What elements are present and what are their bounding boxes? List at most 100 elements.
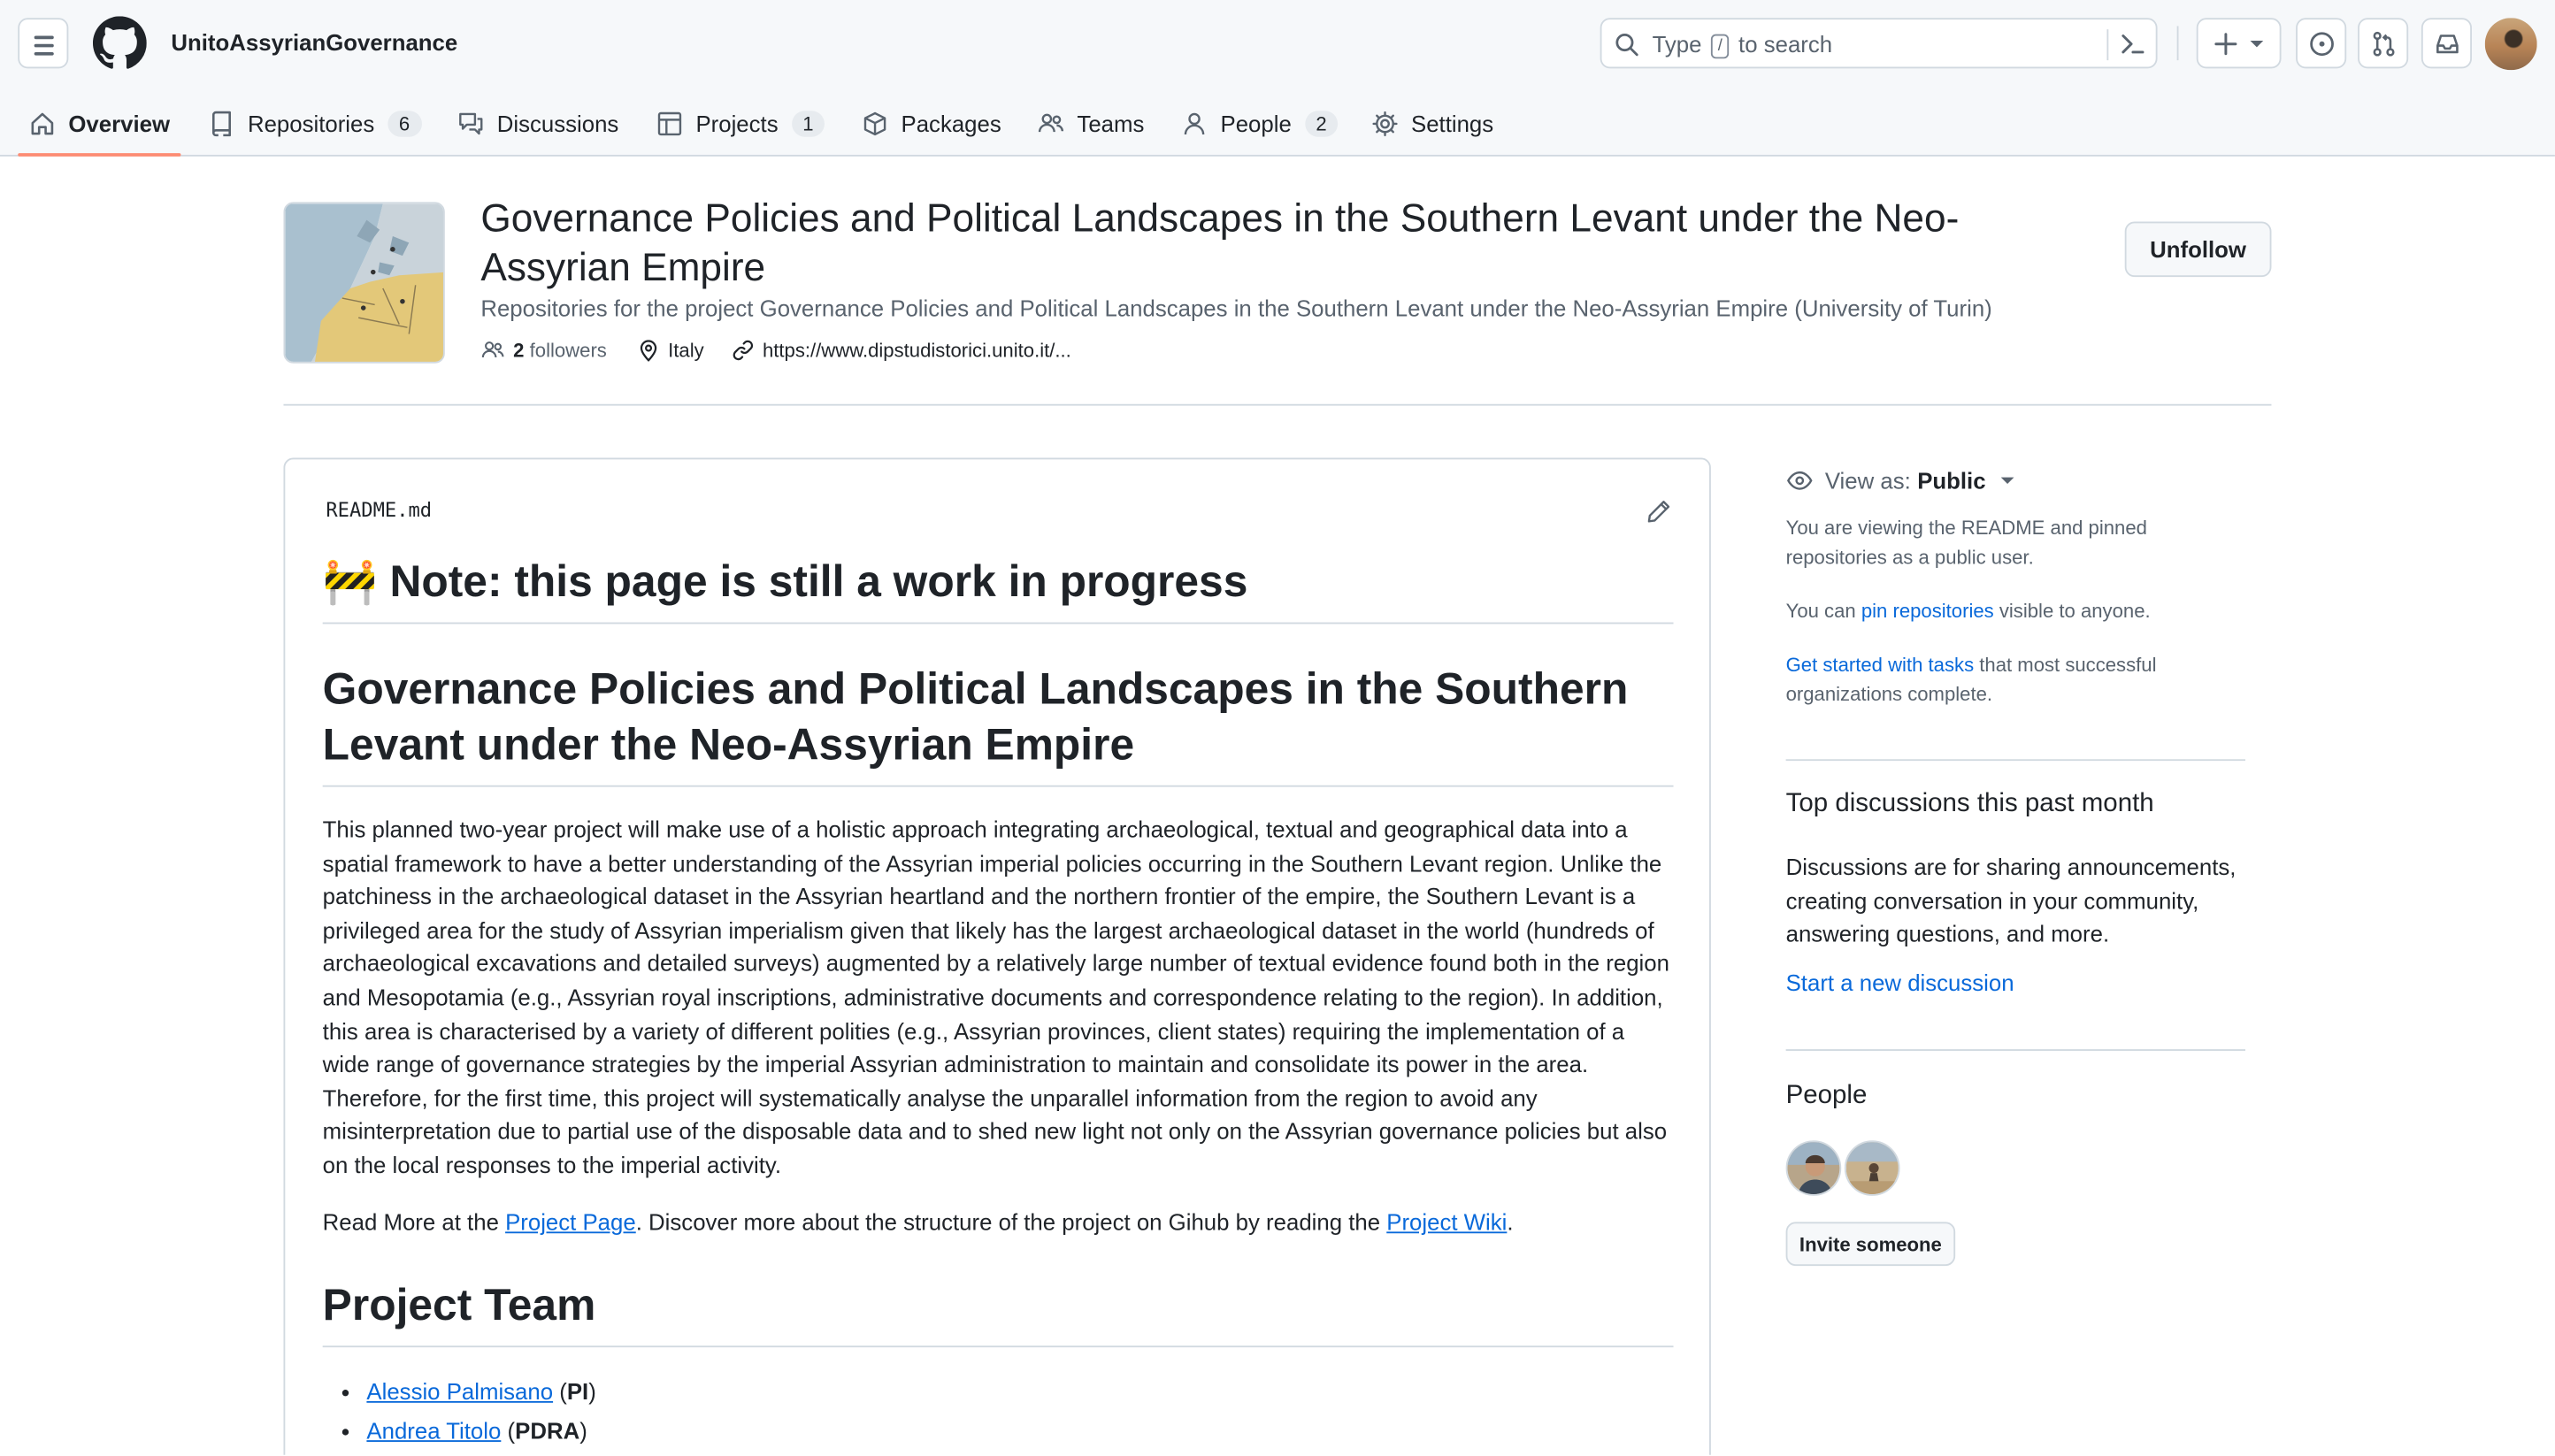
tab-teams[interactable]: Teams xyxy=(1038,91,1144,157)
tab-label: People xyxy=(1220,111,1292,137)
wip-heading-text: Note: this page is still a work in progr… xyxy=(389,556,1248,607)
gear-icon xyxy=(1372,111,1398,137)
read-more-paragraph: Read More at the Project Page. Discover … xyxy=(323,1206,1676,1238)
tab-packages[interactable]: Packages xyxy=(862,91,1001,157)
get-started-link[interactable]: Get started with tasks xyxy=(1786,654,1975,677)
read-more-text: Read More at the xyxy=(322,1208,506,1236)
construction-icon: 🚧 xyxy=(322,556,378,607)
inbox-icon xyxy=(2436,34,2459,54)
tab-overview[interactable]: Overview xyxy=(29,91,170,157)
global-header: UnitoAssyrianGovernance Type / to search xyxy=(0,0,2555,157)
project-wiki-link[interactable]: Project Wiki xyxy=(1386,1209,1507,1235)
readme-card: README.md 🚧 Note: this page is still a w… xyxy=(283,457,1711,1455)
view-as-selector[interactable]: View as: Public xyxy=(1786,468,2245,494)
tab-repositories[interactable]: Repositories 6 xyxy=(209,91,422,157)
menu-button[interactable] xyxy=(18,18,69,69)
selected-tab-indicator xyxy=(18,153,181,157)
team-member-link[interactable]: Alessio Palmisano xyxy=(366,1378,553,1404)
search-icon xyxy=(1615,34,1638,57)
divider xyxy=(322,622,1674,625)
wip-heading: 🚧 Note: this page is still a work in pro… xyxy=(323,554,1676,609)
caret-down-icon xyxy=(2250,41,2264,48)
caret-down-icon xyxy=(2000,477,2014,485)
tab-label: Projects xyxy=(695,111,779,137)
followers-label: followers xyxy=(529,339,607,362)
project-page-link[interactable]: Project Page xyxy=(505,1209,636,1235)
git-pull-request-icon xyxy=(2373,31,2395,57)
view-as-note: You are viewing the README and pinned re… xyxy=(1785,516,2147,568)
tab-label: Settings xyxy=(1410,111,1494,137)
discussions-heading: Top discussions this past month xyxy=(1785,790,2154,818)
plus-icon xyxy=(2214,33,2237,56)
repositories-count-badge: 6 xyxy=(387,111,422,137)
readme-filename: README.md xyxy=(326,498,433,522)
location-icon xyxy=(640,340,657,362)
divider xyxy=(322,785,1674,787)
tab-settings[interactable]: Settings xyxy=(1372,91,1493,157)
tab-label: Repositories xyxy=(247,111,375,137)
search-input[interactable]: Type / to search xyxy=(1600,18,2158,69)
location-text: Italy xyxy=(668,339,704,362)
invite-someone-button[interactable]: Invite someone xyxy=(1785,1222,1956,1267)
projects-count-badge: 1 xyxy=(791,111,825,137)
org-avatar-map xyxy=(283,202,445,364)
home-icon xyxy=(31,112,54,135)
start-discussion-link[interactable]: Start a new discussion xyxy=(1786,969,2245,995)
link-icon xyxy=(733,340,754,361)
read-more-text: . Discover more about the structure of t… xyxy=(635,1208,1387,1236)
repo-icon xyxy=(211,111,231,137)
list-item: Alessio Palmisano (PI) xyxy=(366,1372,1675,1411)
inbox-button[interactable] xyxy=(2421,18,2473,69)
readme-paragraph: This planned two-year project will make … xyxy=(322,816,1669,1178)
org-name-link[interactable]: UnitoAssyrianGovernance xyxy=(171,29,457,55)
person-icon xyxy=(1184,112,1205,135)
people-icon xyxy=(481,341,504,358)
team-member-link[interactable]: Andrea Titolo xyxy=(366,1417,501,1443)
tab-label: Overview xyxy=(68,111,171,137)
tab-label: Teams xyxy=(1077,111,1145,137)
package-icon xyxy=(863,111,886,136)
tab-people[interactable]: People 2 xyxy=(1181,91,1339,157)
pull-requests-button[interactable] xyxy=(2358,18,2409,69)
pin-note: You can pin repositories visible to anyo… xyxy=(1785,599,2151,623)
team-member-role: PDRA xyxy=(515,1417,580,1444)
people-count-badge: 2 xyxy=(1304,111,1339,137)
member-avatar[interactable] xyxy=(1785,1140,1842,1196)
org-title: Governance Policies and Political Landsc… xyxy=(480,196,1960,290)
people-icon xyxy=(1038,113,1064,133)
unfollow-button[interactable]: Unfollow xyxy=(2124,221,2272,278)
pin-repositories-link[interactable]: pin repositories xyxy=(1861,600,1994,623)
followers-link[interactable]: 2 followers xyxy=(480,339,607,362)
read-more-text: . xyxy=(1507,1208,1514,1236)
command-palette-icon[interactable] xyxy=(2120,31,2145,57)
tab-discussions[interactable]: Discussions xyxy=(458,91,619,157)
view-as-value: Public xyxy=(1917,467,1986,494)
readme-title: Governance Policies and Political Landsc… xyxy=(322,664,1629,770)
discussions-text: Discussions are for sharing announcement… xyxy=(1785,854,2237,947)
team-list: Alessio Palmisano (PI) Andrea Titolo (PD… xyxy=(323,1372,1676,1450)
divider xyxy=(283,403,2272,406)
people-heading: People xyxy=(1785,1081,1868,1110)
tasks-note: Get started with tasks that most success… xyxy=(1785,653,2157,705)
issue-opened-icon xyxy=(2310,32,2334,57)
org-location: Italy xyxy=(637,339,704,362)
member-avatar[interactable] xyxy=(1844,1140,1900,1196)
tab-label: Discussions xyxy=(496,111,619,137)
table-icon xyxy=(657,111,682,136)
tab-projects[interactable]: Projects 1 xyxy=(656,91,825,157)
pencil-icon[interactable] xyxy=(1646,499,1671,525)
comment-discussion-icon xyxy=(459,112,483,135)
view-as-label: View as: xyxy=(1824,467,1911,494)
search-placeholder: Type / to search xyxy=(1652,30,1833,59)
list-item: Andrea Titolo (PDRA) xyxy=(366,1411,1675,1450)
team-member-role: PI xyxy=(566,1378,589,1405)
divider xyxy=(1785,1049,2246,1051)
org-website-link[interactable]: https://www.dipstudistorici.unito.it/... xyxy=(732,339,1071,362)
user-avatar[interactable] xyxy=(2484,18,2537,71)
github-logo-icon[interactable] xyxy=(92,16,147,70)
org-description: Repositories for the project Governance … xyxy=(480,295,1992,321)
eye-icon xyxy=(1787,471,1813,490)
create-new-button[interactable] xyxy=(2196,18,2282,69)
issues-button[interactable] xyxy=(2296,18,2347,69)
followers-count: 2 xyxy=(513,339,525,362)
